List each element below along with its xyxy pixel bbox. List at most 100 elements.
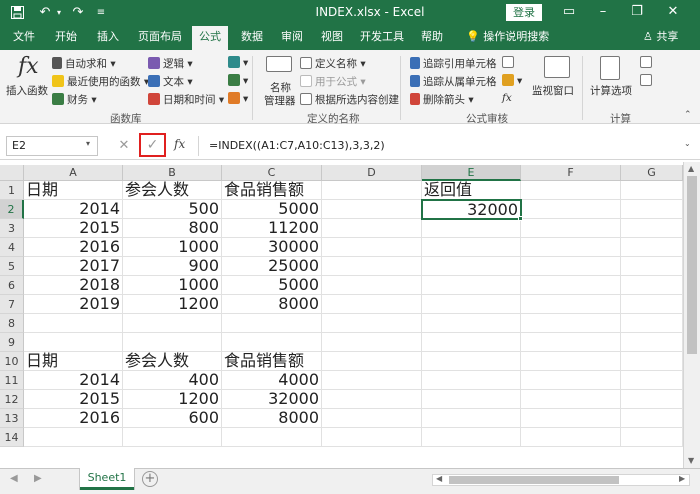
cell-b2[interactable]: 500 bbox=[123, 200, 222, 219]
column-header-f[interactable]: F bbox=[521, 165, 621, 181]
cell-a11[interactable]: 2014 bbox=[24, 371, 123, 390]
autosum-button[interactable]: 自动求和 ▾ bbox=[52, 56, 116, 71]
cell-a9[interactable] bbox=[24, 333, 123, 352]
horizontal-scrollbar[interactable]: ◀ ▶ bbox=[432, 474, 690, 486]
tab-review[interactable]: 审阅 bbox=[274, 24, 310, 50]
insert-function-fx-button[interactable]: fx bbox=[174, 137, 185, 151]
cell-g4[interactable] bbox=[621, 238, 683, 257]
expand-formula-bar-icon[interactable]: ⌄ bbox=[684, 139, 691, 148]
evaluate-formula-icon[interactable]: fx bbox=[502, 92, 512, 104]
row-header-5[interactable]: 5 bbox=[0, 257, 24, 276]
remove-arrows-button[interactable]: 删除箭头 ▾ bbox=[410, 92, 474, 107]
tell-me-search[interactable]: 💡 操作说明搜索 bbox=[466, 24, 549, 50]
tab-page-layout[interactable]: 页面布局 bbox=[132, 24, 188, 50]
formula-input[interactable]: =INDEX((A1:C7,A10:C13),3,3,2) bbox=[198, 136, 676, 156]
column-header-d[interactable]: D bbox=[322, 165, 422, 181]
cell-c8[interactable] bbox=[222, 314, 322, 333]
add-sheet-icon[interactable]: + bbox=[142, 471, 158, 487]
undo-dropdown-icon[interactable]: ▾ bbox=[54, 0, 64, 24]
row-header-9[interactable]: 9 bbox=[0, 333, 24, 352]
cell-g7[interactable] bbox=[621, 295, 683, 314]
cell-c9[interactable] bbox=[222, 333, 322, 352]
cell-d8[interactable] bbox=[322, 314, 422, 333]
cell-c3[interactable]: 11200 bbox=[222, 219, 322, 238]
cell-f9[interactable] bbox=[521, 333, 621, 352]
scroll-up-icon[interactable]: ▲ bbox=[688, 164, 694, 173]
row-header-12[interactable]: 12 bbox=[0, 390, 24, 409]
cell-a13[interactable]: 2016 bbox=[24, 409, 123, 428]
cell-d14[interactable] bbox=[322, 428, 422, 447]
cancel-icon[interactable]: ✕ bbox=[115, 137, 133, 155]
row-header-10[interactable]: 10 bbox=[0, 352, 24, 371]
worksheet-grid[interactable]: A B C D E F G 1 日期 参会人数 食品销售额 返回值 2 2014 500 5000 32000 3… bbox=[0, 162, 700, 468]
close-icon[interactable]: ✕ bbox=[658, 0, 688, 24]
cell-e4[interactable] bbox=[422, 238, 521, 257]
cell-f13[interactable] bbox=[521, 409, 621, 428]
cell-b14[interactable] bbox=[123, 428, 222, 447]
cell-c2[interactable]: 5000 bbox=[222, 200, 322, 219]
cell-g13[interactable] bbox=[621, 409, 683, 428]
fill-handle[interactable] bbox=[518, 216, 523, 221]
tab-home[interactable]: 开始 bbox=[48, 24, 84, 50]
use-in-formula-button[interactable]: 用于公式 ▾ bbox=[300, 74, 366, 89]
cell-g11[interactable] bbox=[621, 371, 683, 390]
tab-developer[interactable]: 开发工具 bbox=[354, 24, 410, 50]
cell-b10[interactable]: 参会人数 bbox=[123, 352, 222, 371]
cell-f11[interactable] bbox=[521, 371, 621, 390]
cell-a3[interactable]: 2015 bbox=[24, 219, 123, 238]
row-header-14[interactable]: 14 bbox=[0, 428, 24, 447]
column-header-g[interactable]: G bbox=[621, 165, 683, 181]
scroll-right-icon[interactable]: ▶ bbox=[679, 474, 685, 483]
cell-c13[interactable]: 8000 bbox=[222, 409, 322, 428]
more-functions-button[interactable]: ▾ bbox=[228, 92, 248, 105]
cell-c14[interactable] bbox=[222, 428, 322, 447]
tab-help[interactable]: 帮助 bbox=[414, 24, 450, 50]
cell-c12[interactable]: 32000 bbox=[222, 390, 322, 409]
cell-c10[interactable]: 食品销售额 bbox=[222, 352, 322, 371]
logical-button[interactable]: 逻辑 ▾ bbox=[148, 56, 193, 71]
cell-d9[interactable] bbox=[322, 333, 422, 352]
cell-a2[interactable]: 2014 bbox=[24, 200, 123, 219]
cell-d12[interactable] bbox=[322, 390, 422, 409]
cell-b9[interactable] bbox=[123, 333, 222, 352]
cell-g12[interactable] bbox=[621, 390, 683, 409]
cell-f6[interactable] bbox=[521, 276, 621, 295]
cell-e3[interactable] bbox=[422, 219, 521, 238]
cell-f10[interactable] bbox=[521, 352, 621, 371]
cell-c1[interactable]: 食品销售额 bbox=[222, 181, 322, 200]
cell-b3[interactable]: 800 bbox=[123, 219, 222, 238]
trace-precedents-button[interactable]: 追踪引用单元格 bbox=[410, 56, 497, 71]
row-header-8[interactable]: 8 bbox=[0, 314, 24, 333]
login-button[interactable]: 登录 bbox=[506, 4, 542, 21]
cell-e10[interactable] bbox=[422, 352, 521, 371]
cell-a1[interactable]: 日期 bbox=[24, 181, 123, 200]
vertical-scrollbar[interactable]: ▲ ▼ bbox=[683, 162, 700, 468]
column-header-e[interactable]: E bbox=[422, 165, 521, 181]
minimize-icon[interactable]: – bbox=[588, 0, 618, 24]
cell-d6[interactable] bbox=[322, 276, 422, 295]
cell-f7[interactable] bbox=[521, 295, 621, 314]
cell-e8[interactable] bbox=[422, 314, 521, 333]
cell-a12[interactable]: 2015 bbox=[24, 390, 123, 409]
restore-icon[interactable]: ❐ bbox=[622, 0, 652, 24]
cell-g1[interactable] bbox=[621, 181, 683, 200]
cell-d4[interactable] bbox=[322, 238, 422, 257]
cell-a14[interactable] bbox=[24, 428, 123, 447]
error-checking-button[interactable]: ▾ bbox=[502, 74, 522, 87]
cell-d2[interactable] bbox=[322, 200, 422, 219]
cell-f3[interactable] bbox=[521, 219, 621, 238]
sheet-next-icon[interactable]: ▶ bbox=[34, 473, 42, 484]
cell-f5[interactable] bbox=[521, 257, 621, 276]
calc-sheet-icon[interactable] bbox=[640, 74, 655, 87]
cell-g14[interactable] bbox=[621, 428, 683, 447]
cell-d10[interactable] bbox=[322, 352, 422, 371]
cell-g2[interactable] bbox=[621, 200, 683, 219]
undo-icon[interactable]: ↶ bbox=[36, 0, 54, 24]
cell-a4[interactable]: 2016 bbox=[24, 238, 123, 257]
recent-functions-button[interactable]: 最近使用的函数 ▾ bbox=[52, 74, 149, 89]
customize-qat-icon[interactable]: ≡ bbox=[94, 0, 108, 24]
cell-b1[interactable]: 参会人数 bbox=[123, 181, 222, 200]
cell-f4[interactable] bbox=[521, 238, 621, 257]
cell-d13[interactable] bbox=[322, 409, 422, 428]
cell-a10[interactable]: 日期 bbox=[24, 352, 123, 371]
